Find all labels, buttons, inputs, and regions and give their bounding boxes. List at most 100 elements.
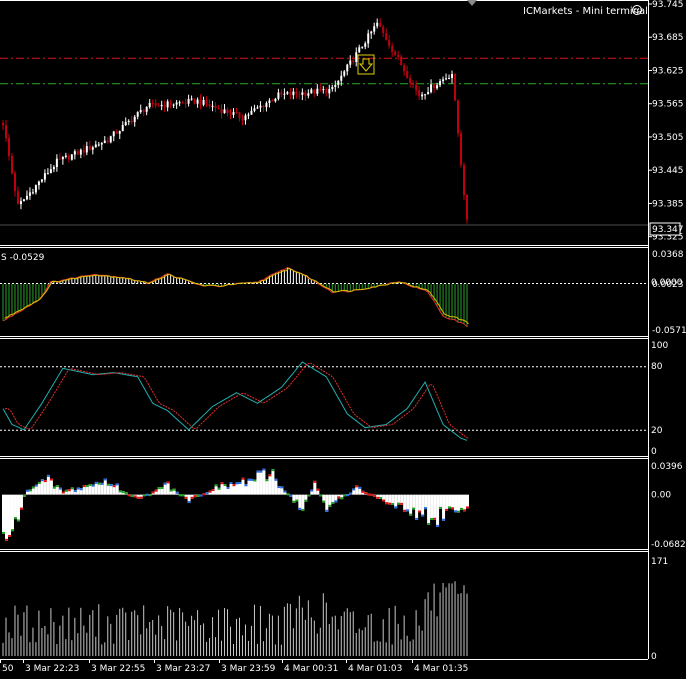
hist-bar	[295, 494, 299, 502]
candle	[148, 99, 151, 109]
candle	[79, 148, 82, 159]
hist-bar	[373, 494, 377, 498]
hist-bar	[454, 494, 458, 513]
price-tick-label: 93.385	[652, 199, 684, 209]
candle	[154, 99, 157, 109]
candle	[49, 164, 52, 174]
candle	[238, 111, 241, 122]
price-tick-label: 93.505	[652, 133, 684, 143]
candle	[412, 80, 415, 89]
hist-bar	[85, 485, 89, 495]
arrow-down-icon	[358, 58, 374, 72]
hist-bar	[385, 494, 389, 505]
price-tick-label: 93.445	[652, 166, 684, 176]
price-panel[interactable]: ICMarkets - Mini terminal 93.74593.68593…	[0, 0, 684, 243]
candle	[196, 97, 199, 108]
candle	[34, 184, 37, 195]
candle	[16, 186, 19, 205]
hist-bar	[436, 494, 440, 527]
hist-bar	[235, 482, 239, 495]
hist-bar	[394, 494, 398, 509]
hist-tick-label: 0.0396	[651, 462, 683, 472]
hist-bar	[181, 494, 185, 497]
hist-bar	[346, 494, 350, 497]
candle	[136, 111, 139, 120]
candle	[118, 130, 121, 140]
trading-chart[interactable]: ICMarkets - Mini terminal 93.74593.68593…	[0, 0, 686, 679]
candle	[352, 55, 355, 65]
candle	[142, 109, 145, 117]
scroll-marker-icon[interactable]	[467, 0, 477, 6]
hist-bar	[271, 469, 275, 495]
hist-bar	[190, 494, 194, 499]
candle	[85, 141, 88, 156]
hist-bar	[37, 481, 41, 495]
candle	[232, 108, 235, 118]
candle	[208, 99, 211, 109]
candle	[256, 105, 259, 109]
volume-panel[interactable]: 1710	[2, 557, 668, 662]
candle	[295, 87, 298, 99]
oscillator-panel[interactable]: S -0.0529 0.0368-0.05710.00000.0023	[0, 250, 686, 336]
candle	[364, 41, 367, 50]
candle	[253, 104, 256, 113]
time-axis: 50 3 Mar 22:23 3 Mar 22:55 3 Mar 23:27 3 Mar…	[0, 659, 468, 674]
hist-bar	[220, 482, 224, 495]
hist-bar	[274, 478, 278, 495]
candle	[274, 97, 277, 103]
candle	[199, 94, 202, 110]
hist-bar	[265, 479, 269, 495]
hist-bar	[238, 482, 242, 495]
hist-bar	[361, 490, 365, 495]
candle	[376, 18, 379, 29]
hist-bar	[121, 491, 125, 495]
candle	[94, 140, 97, 148]
price-axis: 93.745 93.685 93.625 93.565 93.505 93.445 93.3…	[648, 0, 684, 243]
hist-bar	[199, 494, 203, 497]
candle	[76, 149, 79, 155]
hist-bar	[412, 494, 416, 510]
hist-bar	[226, 487, 230, 495]
hist-bar	[439, 494, 443, 509]
hist-bar	[22, 494, 26, 497]
osc-tick-label: -0.0571	[652, 326, 686, 336]
candle	[91, 145, 94, 155]
candle	[235, 108, 238, 114]
hist-bar	[64, 489, 68, 495]
hist-bar	[124, 492, 128, 495]
hist-bar	[283, 490, 287, 495]
volume-bars-group	[2, 581, 468, 656]
stoch-tick-label: 0	[651, 447, 657, 457]
hist-bar	[187, 494, 191, 504]
hist-bar	[160, 487, 164, 495]
hist-bar	[175, 491, 179, 495]
candle	[19, 197, 22, 210]
hist-bar	[424, 494, 428, 510]
histogram-panel[interactable]: 0.0396 0.00 -0.0682	[2, 462, 686, 550]
candle	[400, 54, 403, 66]
candle	[124, 117, 127, 127]
candle	[58, 153, 61, 160]
candle	[265, 101, 268, 112]
candle	[133, 115, 136, 127]
hist-bar	[148, 494, 152, 497]
hist-bar	[409, 494, 413, 516]
candle	[454, 72, 457, 102]
candle	[247, 112, 250, 120]
hist-bar	[70, 487, 74, 495]
stochastic-panel[interactable]: 100 80 20 0	[0, 341, 668, 457]
candle	[379, 17, 382, 28]
hist-bar	[292, 494, 296, 503]
hist-bar	[127, 494, 131, 497]
candle	[172, 103, 175, 109]
hist-bar	[97, 482, 101, 495]
candle	[220, 104, 223, 119]
hist-bar	[397, 494, 401, 505]
hist-bar	[262, 468, 266, 495]
candle	[259, 101, 262, 113]
hist-bar	[43, 480, 47, 495]
hist-bar	[388, 494, 392, 505]
panel-frames	[0, 0, 649, 660]
hist-bar	[307, 494, 311, 497]
candle	[439, 78, 442, 88]
